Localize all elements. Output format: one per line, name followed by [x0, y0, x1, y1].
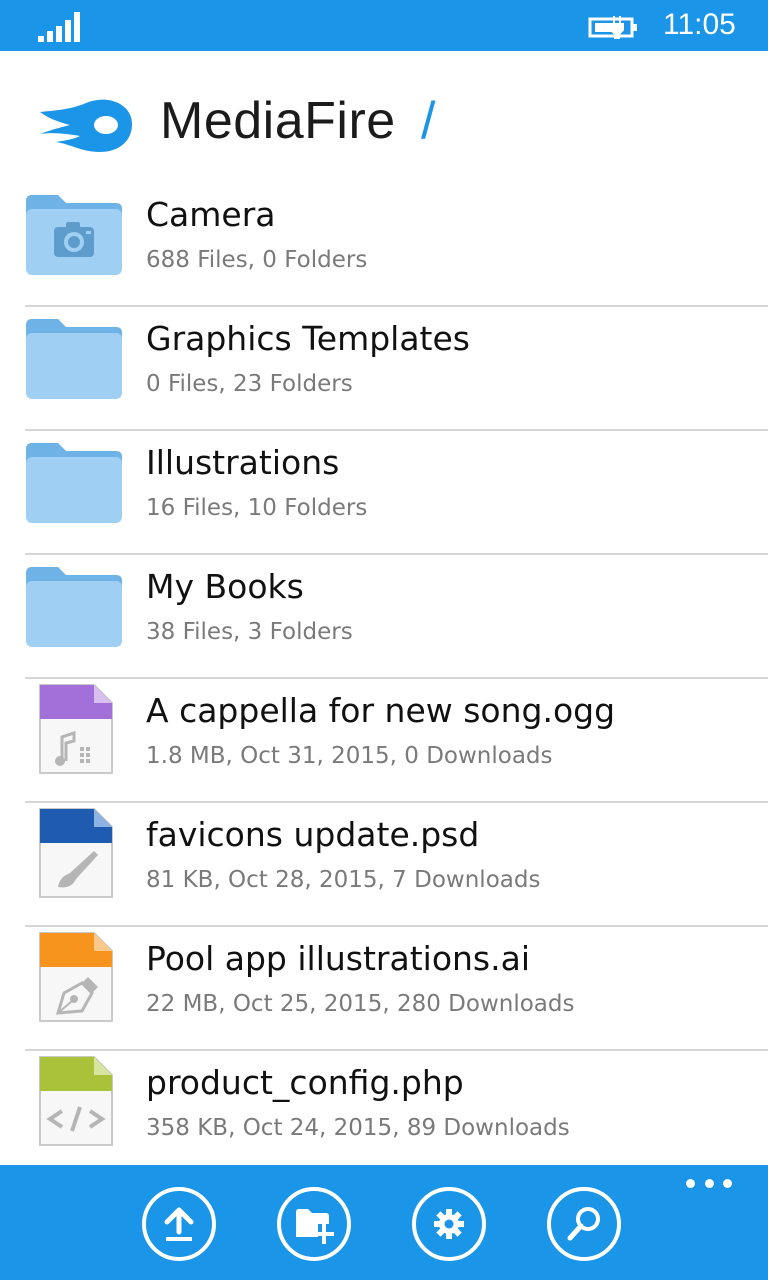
breadcrumb-root[interactable]: /	[421, 91, 435, 151]
item-name: My Books	[146, 567, 304, 606]
code-file-icon	[39, 1056, 113, 1146]
item-name: Camera	[146, 195, 276, 234]
app-bar	[0, 1165, 768, 1280]
folder-icon	[26, 443, 122, 523]
item-details: 358 KB, Oct 24, 2015, 89 Downloads	[146, 1115, 570, 1141]
list-item[interactable]: Camera 688 Files, 0 Folders	[0, 183, 768, 307]
signal-strength-icon	[38, 12, 80, 42]
item-name: Graphics Templates	[146, 319, 470, 358]
upload-button[interactable]	[142, 1187, 216, 1261]
upload-icon	[164, 1207, 194, 1241]
vector-file-icon	[39, 932, 113, 1022]
camera-folder-icon	[26, 195, 122, 275]
add-folder-icon	[296, 1209, 334, 1244]
item-name: A cappella for new song.ogg	[146, 691, 616, 730]
item-details: 16 Files, 10 Folders	[146, 495, 368, 521]
file-list: Camera 688 Files, 0 Folders Graphics Tem…	[0, 183, 768, 1165]
mediafire-logo-icon	[40, 99, 132, 152]
audio-file-icon	[39, 684, 113, 774]
list-item[interactable]: product_config.php 358 KB, Oct 24, 2015,…	[0, 1051, 768, 1165]
folder-icon	[26, 567, 122, 647]
item-details: 22 MB, Oct 25, 2015, 280 Downloads	[146, 991, 575, 1017]
settings-button[interactable]	[412, 1187, 486, 1261]
list-item[interactable]: Illustrations 16 Files, 10 Folders	[0, 431, 768, 555]
status-bar: 11:05	[0, 0, 768, 51]
item-name: Illustrations	[146, 443, 340, 482]
list-item[interactable]: Graphics Templates 0 Files, 23 Folders	[0, 307, 768, 431]
item-name: product_config.php	[146, 1063, 464, 1102]
app-title: MediaFire	[160, 92, 396, 150]
search-button[interactable]	[547, 1187, 621, 1261]
list-item[interactable]: My Books 38 Files, 3 Folders	[0, 555, 768, 679]
gear-icon	[434, 1209, 464, 1239]
item-details: 0 Files, 23 Folders	[146, 371, 353, 397]
search-icon	[567, 1207, 600, 1241]
item-details: 1.8 MB, Oct 31, 2015, 0 Downloads	[146, 743, 553, 769]
item-details: 38 Files, 3 Folders	[146, 619, 353, 645]
new-folder-button[interactable]	[277, 1187, 351, 1261]
list-item[interactable]: A cappella for new song.ogg 1.8 MB, Oct …	[0, 679, 768, 803]
item-details: 81 KB, Oct 28, 2015, 7 Downloads	[146, 867, 541, 893]
list-item[interactable]: favicons update.psd 81 KB, Oct 28, 2015,…	[0, 803, 768, 927]
item-details: 688 Files, 0 Folders	[146, 247, 368, 273]
list-item[interactable]: Pool app illustrations.ai 22 MB, Oct 25,…	[0, 927, 768, 1051]
clock: 11:05	[663, 8, 736, 41]
folder-icon	[26, 319, 122, 399]
image-file-icon	[39, 808, 113, 898]
battery-charging-icon	[588, 16, 637, 39]
item-name: favicons update.psd	[146, 815, 480, 854]
item-name: Pool app illustrations.ai	[146, 939, 530, 978]
more-options-icon[interactable]	[686, 1179, 732, 1193]
header: MediaFire /	[0, 51, 768, 181]
